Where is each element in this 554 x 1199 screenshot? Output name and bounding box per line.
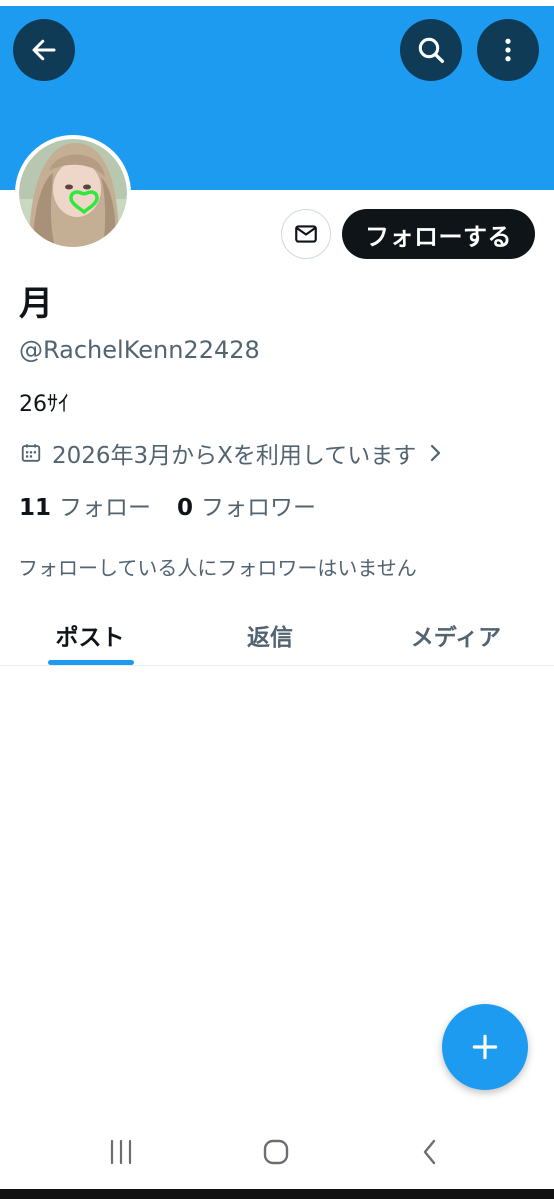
chevron-right-icon [431,444,441,462]
system-navigation-bar [0,1114,554,1189]
followers-count: 0 [177,495,194,521]
mail-icon [295,225,317,243]
back-button[interactable] [13,19,75,81]
tab-media[interactable]: メディア [396,604,516,666]
more-options-button[interactable] [477,19,539,81]
avatar[interactable] [15,135,131,251]
joined-date-row[interactable]: 2026年3月からXを利用しています [20,436,444,470]
username-handle: @RachelKenn22428 [19,336,260,364]
avatar-image [19,139,127,247]
following-label: フォロー [59,495,152,521]
profile-page: フォローする 月 @RachelKenn22428 26ｻｲ 2026年3月から… [0,0,554,1199]
plus-icon [472,1034,498,1060]
home-button[interactable] [246,1134,306,1170]
display-name: 月 [19,284,53,324]
message-button[interactable] [281,209,331,259]
calendar-icon [21,444,41,462]
following-link[interactable]: 11 フォロー [19,488,151,522]
profile-bio: 26ｻｲ [19,392,69,417]
joined-date-text: 2026年3月からXを利用しています [52,443,417,469]
tab-posts[interactable]: ポスト [40,604,140,666]
bottom-edge [0,1189,554,1199]
recent-apps-icon [110,1139,132,1165]
recent-apps-button[interactable] [91,1134,151,1170]
compose-post-button[interactable] [442,1004,528,1090]
followers-label: フォロワー [201,495,317,521]
profile-tabs: ポスト 返信 メディア [0,604,554,666]
search-icon [418,37,444,63]
following-count: 11 [19,495,52,521]
follow-counts: 11 フォロー 0 フォロワー [19,488,316,522]
followers-link[interactable]: 0 フォロワー [177,488,316,522]
more-vertical-icon [505,38,511,62]
tab-replies[interactable]: 返信 [220,604,320,666]
nav-back-icon [423,1139,436,1165]
follow-button[interactable]: フォローする [342,209,535,259]
arrow-left-icon [32,39,56,61]
selected-tab-indicator [48,660,134,665]
mutual-followers-note: フォローしている人にフォロワーはいません [18,556,417,580]
home-circle-icon [263,1139,289,1165]
nav-back-button[interactable] [400,1134,460,1170]
search-button[interactable] [400,19,462,81]
